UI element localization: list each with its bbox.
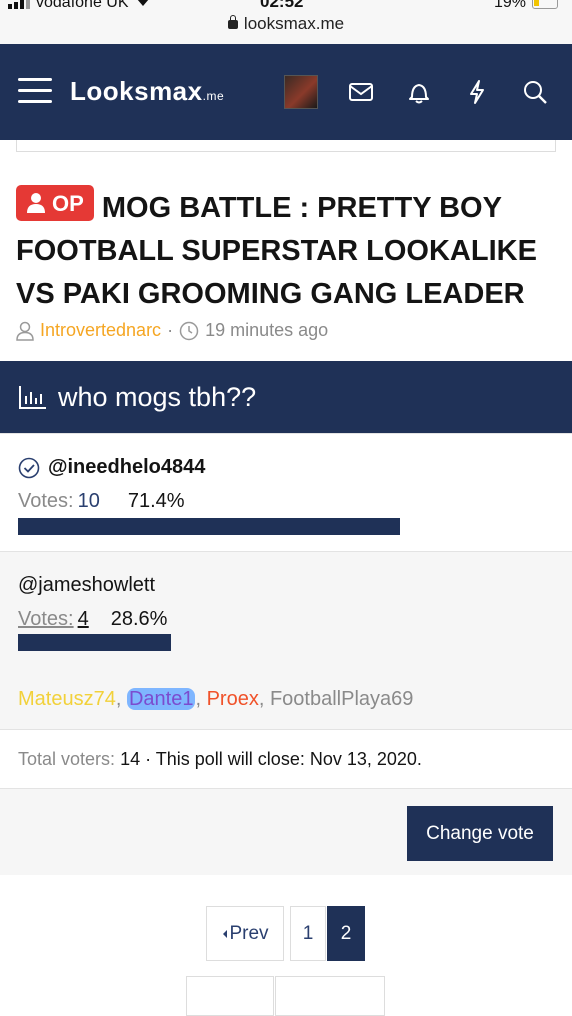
site-header: Looksmax.me: [0, 44, 572, 140]
user-avatar[interactable]: [284, 75, 318, 109]
op-badge: OP: [16, 185, 94, 221]
votes-percent: 28.6%: [110, 608, 168, 630]
author-link[interactable]: Introvertednarc: [40, 320, 161, 341]
voter-link[interactable]: Dante1: [126, 688, 196, 710]
prev-label: Prev: [229, 922, 269, 944]
total-voters: 14: [120, 748, 141, 769]
inbox-icon[interactable]: [347, 78, 375, 106]
poll-header: who mogs tbh??: [0, 361, 572, 433]
chevron-left-icon: [223, 929, 228, 938]
page-link-1[interactable]: 1: [290, 906, 326, 961]
voter-link[interactable]: Proex: [207, 688, 259, 710]
clock: 02:52: [260, 0, 304, 11]
menu-icon[interactable]: [18, 78, 52, 104]
battery-icon: [532, 0, 558, 9]
battery-percent: 19%: [493, 0, 526, 11]
votes-label: Votes:: [18, 490, 74, 512]
option-label: @jameshowlett: [18, 574, 156, 596]
poll-votes[interactable]: Votes: 4 28.6%: [18, 608, 167, 631]
prev-page-button[interactable]: Prev: [206, 906, 284, 961]
poll-option[interactable]: @ineedhelo4844 Votes: 10 71.4%: [0, 433, 572, 551]
page-link-2[interactable]: 2: [327, 906, 365, 961]
voter-separator: ,: [258, 688, 265, 710]
voter-separator: ,: [195, 688, 202, 710]
post-time[interactable]: 19 minutes ago: [205, 320, 328, 341]
carrier-status: vodafone UK: [8, 0, 151, 12]
search-icon[interactable]: [521, 78, 549, 106]
clock-icon: [179, 321, 199, 340]
change-vote-button[interactable]: Change vote: [407, 806, 553, 861]
lock-icon: [227, 15, 238, 30]
voter-separator: ,: [115, 688, 122, 710]
op-badge-label: OP: [52, 190, 84, 216]
url-bar[interactable]: looksmax.me: [0, 14, 572, 34]
thread-meta: Introvertednarc · 19 minutes ago: [16, 320, 328, 341]
user-icon: [27, 193, 45, 213]
signal-icon: [8, 0, 30, 9]
poll-result-bar: [18, 634, 171, 651]
poll-close-text: · This poll will close: Nov 13, 2020.: [145, 748, 422, 769]
votes-percent: 71.4%: [127, 490, 185, 512]
votes-count: 4: [77, 608, 89, 630]
bell-icon[interactable]: [405, 78, 433, 106]
site-logo[interactable]: Looksmax.me: [70, 76, 224, 107]
logo-text: Looksmax: [70, 76, 203, 106]
poll-actions: Change vote: [0, 789, 572, 875]
page-title: OP MOG BATTLE : PRETTY BOY FOOTBALL SUPE…: [16, 185, 556, 316]
bar-chart-icon: [19, 386, 46, 409]
ios-status-bar: vodafone UK 02:52 19% looksmax.me: [0, 0, 572, 44]
voter-list: Mateusz74, Dante1, Proex, FootballPlaya6…: [18, 688, 413, 711]
battery-status: 19%: [494, 0, 558, 12]
lightning-icon[interactable]: [463, 78, 491, 106]
poll-footer-info: Total voters: 14 · This poll will close:…: [0, 729, 572, 789]
poll-votes: Votes: 10 71.4%: [18, 490, 185, 513]
voter-link[interactable]: Mateusz74: [18, 688, 116, 710]
option-label: @ineedhelo4844: [48, 456, 206, 478]
poll-option-name: @ineedhelo4844: [18, 456, 205, 479]
check-circle-icon: [18, 457, 40, 478]
logo-suffix: .me: [202, 89, 225, 103]
total-voters-label: Total voters:: [18, 748, 116, 769]
author-icon: [16, 321, 34, 341]
poll-result-bar: [18, 518, 400, 535]
title-text: MOG BATTLE : PRETTY BOY FOOTBALL SUPERST…: [16, 192, 537, 310]
meta-separator: ·: [167, 320, 174, 340]
poll-option-name: @jameshowlett: [18, 574, 155, 597]
poll-option[interactable]: @jameshowlett Votes: 4 28.6% Mateusz74, Da…: [0, 551, 572, 729]
votes-count[interactable]: 10: [78, 490, 100, 512]
url-text: looksmax.me: [243, 14, 345, 33]
votes-label: Votes:: [18, 608, 74, 630]
bottom-button-left[interactable]: [186, 976, 274, 1016]
carrier-name: vodafone UK: [36, 0, 129, 11]
poll-question: who mogs tbh??: [58, 381, 257, 412]
bottom-button-right[interactable]: [275, 976, 385, 1016]
collapsed-panel: [16, 140, 556, 152]
voter-link[interactable]: FootballPlaya69: [270, 688, 413, 710]
thread-title-block: OP MOG BATTLE : PRETTY BOY FOOTBALL SUPE…: [16, 185, 556, 316]
wifi-icon: [135, 0, 151, 12]
